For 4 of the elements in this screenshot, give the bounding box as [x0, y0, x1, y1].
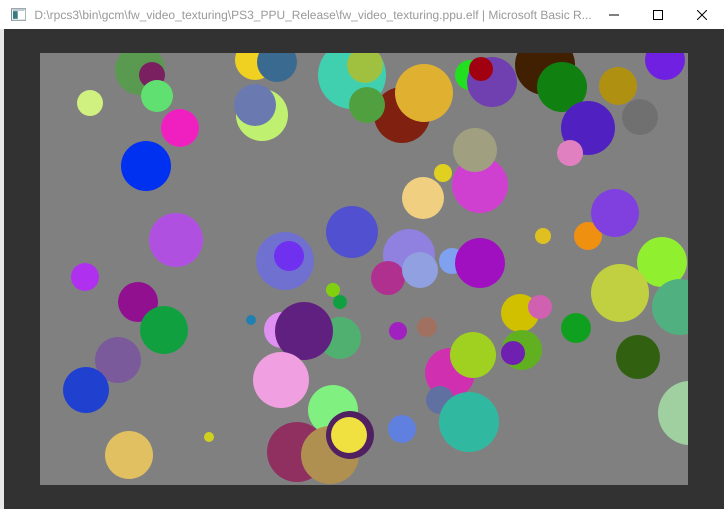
window-title: D:\rpcs3\bin\gcm\fw_video_texturing\PS3_PPU_Release\fw_video_texturing.ppu.elf | Microsoft Basic R... — [34, 6, 592, 24]
close-icon — [696, 10, 707, 20]
maximize-icon — [652, 10, 663, 20]
app-icon — [11, 8, 26, 21]
